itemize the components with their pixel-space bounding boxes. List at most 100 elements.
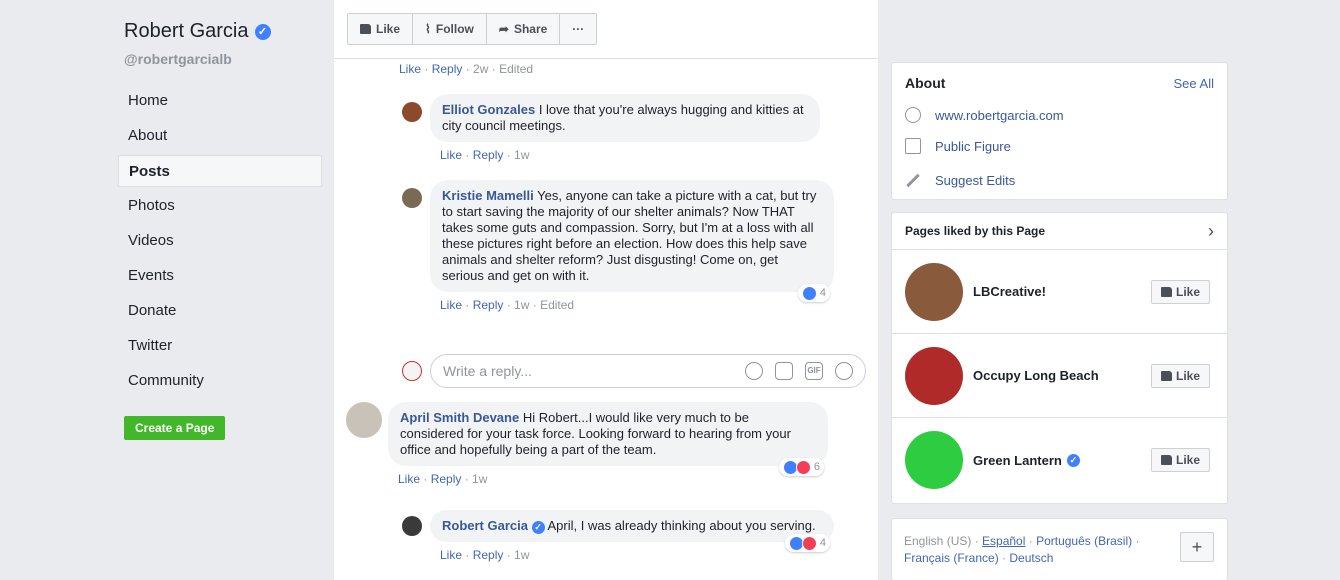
divider bbox=[334, 58, 878, 59]
page-follow-button[interactable]: ⌇ Follow bbox=[413, 14, 487, 44]
avatar[interactable] bbox=[346, 402, 382, 438]
pages-liked-header[interactable]: Pages liked by this Page › bbox=[892, 213, 1227, 250]
verified-badge-icon: ✓ bbox=[531, 521, 545, 534]
verified-badge-icon: ✓ bbox=[1066, 453, 1080, 467]
share-arrow-icon: ➦ bbox=[498, 22, 509, 36]
nav-about[interactable]: About bbox=[118, 120, 322, 152]
page-name[interactable]: Green Lantern ✓ bbox=[973, 453, 1080, 468]
liked-page-row: LBCreative! Like bbox=[892, 250, 1227, 334]
chevron-right-icon[interactable]: › bbox=[1208, 221, 1214, 242]
page-name-text: Robert Garcia bbox=[124, 20, 249, 42]
right-column: About See All www.robertgarcia.com Publi… bbox=[891, 0, 1228, 580]
nav-donate[interactable]: Donate bbox=[118, 295, 322, 327]
language-link[interactable]: Español bbox=[982, 534, 1025, 548]
reaction-count[interactable]: 4 bbox=[784, 534, 830, 552]
comment-time: 1w bbox=[514, 548, 530, 562]
page-name-text: Green Lantern bbox=[973, 452, 1062, 468]
page-more-button[interactable]: ··· bbox=[560, 14, 596, 44]
pencil-icon bbox=[906, 173, 920, 188]
reaction-count[interactable]: 6 bbox=[778, 458, 824, 476]
page-title: Robert Garcia ✓ bbox=[124, 20, 271, 43]
comment-author[interactable]: Kristie Mamelli bbox=[442, 188, 534, 203]
comment-author[interactable]: Elliot Gonzales bbox=[442, 102, 535, 117]
thumbs-up-icon bbox=[360, 24, 371, 34]
about-suggest: Suggest Edits bbox=[905, 173, 1015, 188]
page-avatar[interactable] bbox=[905, 346, 963, 405]
like-page-button[interactable]: Like bbox=[1150, 280, 1210, 304]
nav-home[interactable]: Home bbox=[118, 85, 322, 117]
current-language: English (US) bbox=[904, 534, 972, 548]
comment-like-link[interactable]: Like bbox=[440, 298, 462, 312]
rss-icon: ⌇ bbox=[425, 22, 431, 36]
add-language-button[interactable]: + bbox=[1180, 532, 1214, 562]
comment-reply-link[interactable]: Reply bbox=[432, 62, 463, 76]
comment-like-link[interactable]: Like bbox=[440, 548, 462, 562]
comment-time: 1w bbox=[472, 472, 488, 486]
language-link[interactable]: Deutsch bbox=[1009, 551, 1053, 565]
comment-text: April, I was already thinking about you … bbox=[547, 518, 816, 533]
nav-twitter[interactable]: Twitter bbox=[118, 330, 322, 362]
category-link[interactable]: Public Figure bbox=[935, 139, 1011, 154]
comments-column: Like ⌇ Follow ➦ Share ··· Like · Reply ·… bbox=[334, 0, 878, 580]
nav-videos[interactable]: Videos bbox=[118, 225, 322, 257]
love-reaction-icon bbox=[795, 459, 811, 475]
comment-reply-link[interactable]: Reply bbox=[431, 472, 462, 486]
comment-edited: Edited bbox=[499, 62, 534, 76]
left-sidebar: Robert Garcia ✓ @robertgarcialb Home Abo… bbox=[0, 0, 334, 580]
page-like-button[interactable]: Like bbox=[348, 14, 414, 44]
avatar[interactable] bbox=[402, 188, 422, 208]
comment-like-link[interactable]: Like bbox=[440, 148, 462, 162]
reaction-number: 6 bbox=[813, 461, 820, 473]
comment-reply-link[interactable]: Reply bbox=[473, 548, 504, 562]
nav-photos[interactable]: Photos bbox=[118, 190, 322, 222]
sticker-icon[interactable] bbox=[835, 362, 853, 380]
avatar[interactable] bbox=[402, 516, 422, 536]
like-page-button[interactable]: Like bbox=[1150, 364, 1210, 388]
reply-comment: Robert Garcia ✓ April, I was already thi… bbox=[402, 510, 834, 562]
page-share-button[interactable]: ➦ Share bbox=[487, 14, 561, 44]
website-link[interactable]: www.robertgarcia.com bbox=[935, 108, 1064, 123]
reply-tools: GIF bbox=[745, 362, 853, 380]
page-avatar[interactable] bbox=[905, 262, 963, 321]
comment-like-link[interactable]: Like bbox=[398, 472, 420, 486]
page-name-text: Occupy Long Beach bbox=[973, 368, 1099, 383]
nav-events[interactable]: Events bbox=[118, 260, 322, 292]
like-reaction-icon bbox=[801, 285, 817, 301]
comment-like-link[interactable]: Like bbox=[399, 62, 421, 76]
avatar bbox=[402, 361, 422, 381]
comment-author[interactable]: April Smith Devane bbox=[400, 410, 519, 425]
reaction-count[interactable]: 4 bbox=[797, 284, 830, 302]
language-link[interactable]: Français (France) bbox=[904, 551, 999, 565]
about-title: About bbox=[905, 75, 946, 91]
comment-reply-link[interactable]: Reply bbox=[473, 298, 504, 312]
language-link[interactable]: Português (Brasil) bbox=[1036, 534, 1132, 548]
liked-page-row: Green Lantern ✓ Like bbox=[892, 418, 1227, 502]
suggest-edits-link[interactable]: Suggest Edits bbox=[935, 173, 1015, 188]
gif-icon[interactable]: GIF bbox=[805, 362, 823, 380]
reply-composer: Write a reply... GIF bbox=[402, 354, 866, 388]
reply-input[interactable]: Write a reply... GIF bbox=[430, 354, 866, 388]
nav-posts[interactable]: Posts bbox=[118, 155, 322, 187]
about-category: Public Figure bbox=[905, 138, 1011, 154]
emoji-icon[interactable] bbox=[745, 362, 763, 380]
page-like-label: Like bbox=[376, 22, 401, 36]
page-name[interactable]: Occupy Long Beach bbox=[973, 368, 1099, 383]
comment-edited: Edited bbox=[540, 298, 575, 312]
comment-author[interactable]: Robert Garcia bbox=[442, 518, 528, 533]
like-page-button[interactable]: Like bbox=[1150, 448, 1210, 472]
about-card: About See All www.robertgarcia.com Publi… bbox=[891, 62, 1228, 200]
like-label: Like bbox=[1175, 285, 1200, 299]
page-follow-label: Follow bbox=[435, 22, 474, 36]
language-list: English (US) · Español · Português (Bras… bbox=[904, 534, 1140, 565]
camera-icon[interactable] bbox=[775, 362, 793, 380]
pages-liked-title: Pages liked by this Page bbox=[905, 224, 1046, 238]
nav-community[interactable]: Community bbox=[118, 365, 322, 397]
page-avatar[interactable] bbox=[905, 431, 963, 489]
liked-page-row: Occupy Long Beach Like bbox=[892, 334, 1227, 418]
comment-reply-link[interactable]: Reply bbox=[473, 148, 504, 162]
create-page-button[interactable]: Create a Page bbox=[124, 416, 226, 440]
comment: April Smith Devane Hi Robert...I would l… bbox=[346, 402, 828, 486]
page-name[interactable]: LBCreative! bbox=[973, 284, 1046, 299]
see-all-link[interactable]: See All bbox=[1174, 76, 1214, 91]
avatar[interactable] bbox=[402, 102, 422, 122]
